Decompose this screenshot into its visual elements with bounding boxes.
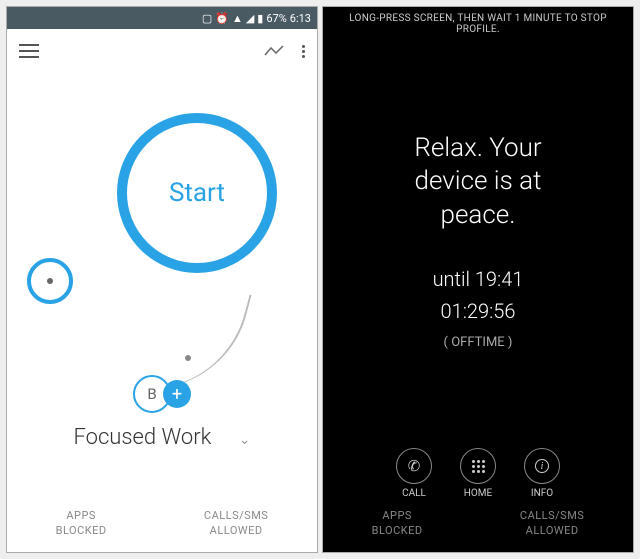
alarm-icon: ⏰ [215, 12, 229, 25]
signal-icon: ◢ [246, 12, 254, 25]
home-button[interactable]: HOME [460, 448, 496, 499]
start-label: Start [169, 178, 225, 208]
peace-message: Relax. Your device is at peace. [414, 132, 541, 233]
wifi-icon: ▲ [232, 12, 243, 25]
overflow-icon[interactable] [302, 45, 305, 58]
vibrate-icon: ▢ [202, 12, 212, 25]
stats-icon[interactable] [264, 44, 284, 58]
calls-allowed-button[interactable]: CALLS/SMS ALLOWED [520, 509, 584, 538]
screenshot-pair: ▢ ⏰ ▲ ◢ ▮ 67% 6:13 Start [0, 0, 640, 559]
info-button[interactable]: i INFO [524, 448, 560, 499]
chevron-down-icon: ⌄ [239, 432, 251, 448]
footer-dark: APPS BLOCKED CALLS/SMS ALLOWED [323, 503, 633, 552]
until-time: until 19:41 [433, 267, 524, 291]
main-canvas: Start B + Focused Work ⌄ [7, 73, 317, 499]
add-profile-button[interactable]: + [163, 380, 191, 408]
status-icons: ▢ ⏰ ▲ ◢ ▮ 67% 6:13 [202, 12, 311, 25]
action-row: ✆ CALL HOME i INFO [323, 442, 633, 503]
appbar-actions [264, 44, 305, 58]
start-button[interactable]: Start [117, 113, 277, 273]
battery-percent: 67% [266, 12, 286, 25]
profile-name-label: Focused Work [73, 425, 211, 450]
menu-icon[interactable] [19, 44, 39, 58]
orbit-node[interactable] [27, 258, 73, 304]
apps-grid-icon [460, 448, 496, 484]
profile-chip[interactable]: B + [133, 375, 191, 413]
offtime-label: ( OFFTIME ) [444, 335, 513, 350]
stop-hint: LONG-PRESS SCREEN, THEN WAIT 1 MINUTE TO… [323, 7, 633, 39]
phone-right[interactable]: LONG-PRESS SCREEN, THEN WAIT 1 MINUTE TO… [322, 6, 634, 553]
app-bar [7, 29, 317, 73]
profile-selector[interactable]: Focused Work ⌄ [7, 425, 317, 450]
countdown: 01:29:56 [441, 299, 516, 323]
apps-blocked-button[interactable]: APPS BLOCKED [372, 509, 423, 538]
phone-left: ▢ ⏰ ▲ ◢ ▮ 67% 6:13 Start [6, 6, 318, 553]
battery-icon: ▮ [257, 12, 263, 25]
apps-blocked-button[interactable]: APPS BLOCKED [56, 509, 107, 538]
orbit-end-dot [185, 355, 191, 361]
call-button[interactable]: ✆ CALL [396, 448, 432, 499]
calls-allowed-button[interactable]: CALLS/SMS ALLOWED [204, 509, 268, 538]
phone-icon: ✆ [396, 448, 432, 484]
offtime-center: Relax. Your device is at peace. until 19… [323, 39, 633, 442]
footer: APPS BLOCKED CALLS/SMS ALLOWED [7, 499, 317, 552]
profile-chip-row: B + [7, 375, 317, 413]
info-icon: i [524, 448, 560, 484]
status-bar: ▢ ⏰ ▲ ◢ ▮ 67% 6:13 [7, 7, 317, 29]
clock-time: 6:13 [290, 12, 311, 25]
